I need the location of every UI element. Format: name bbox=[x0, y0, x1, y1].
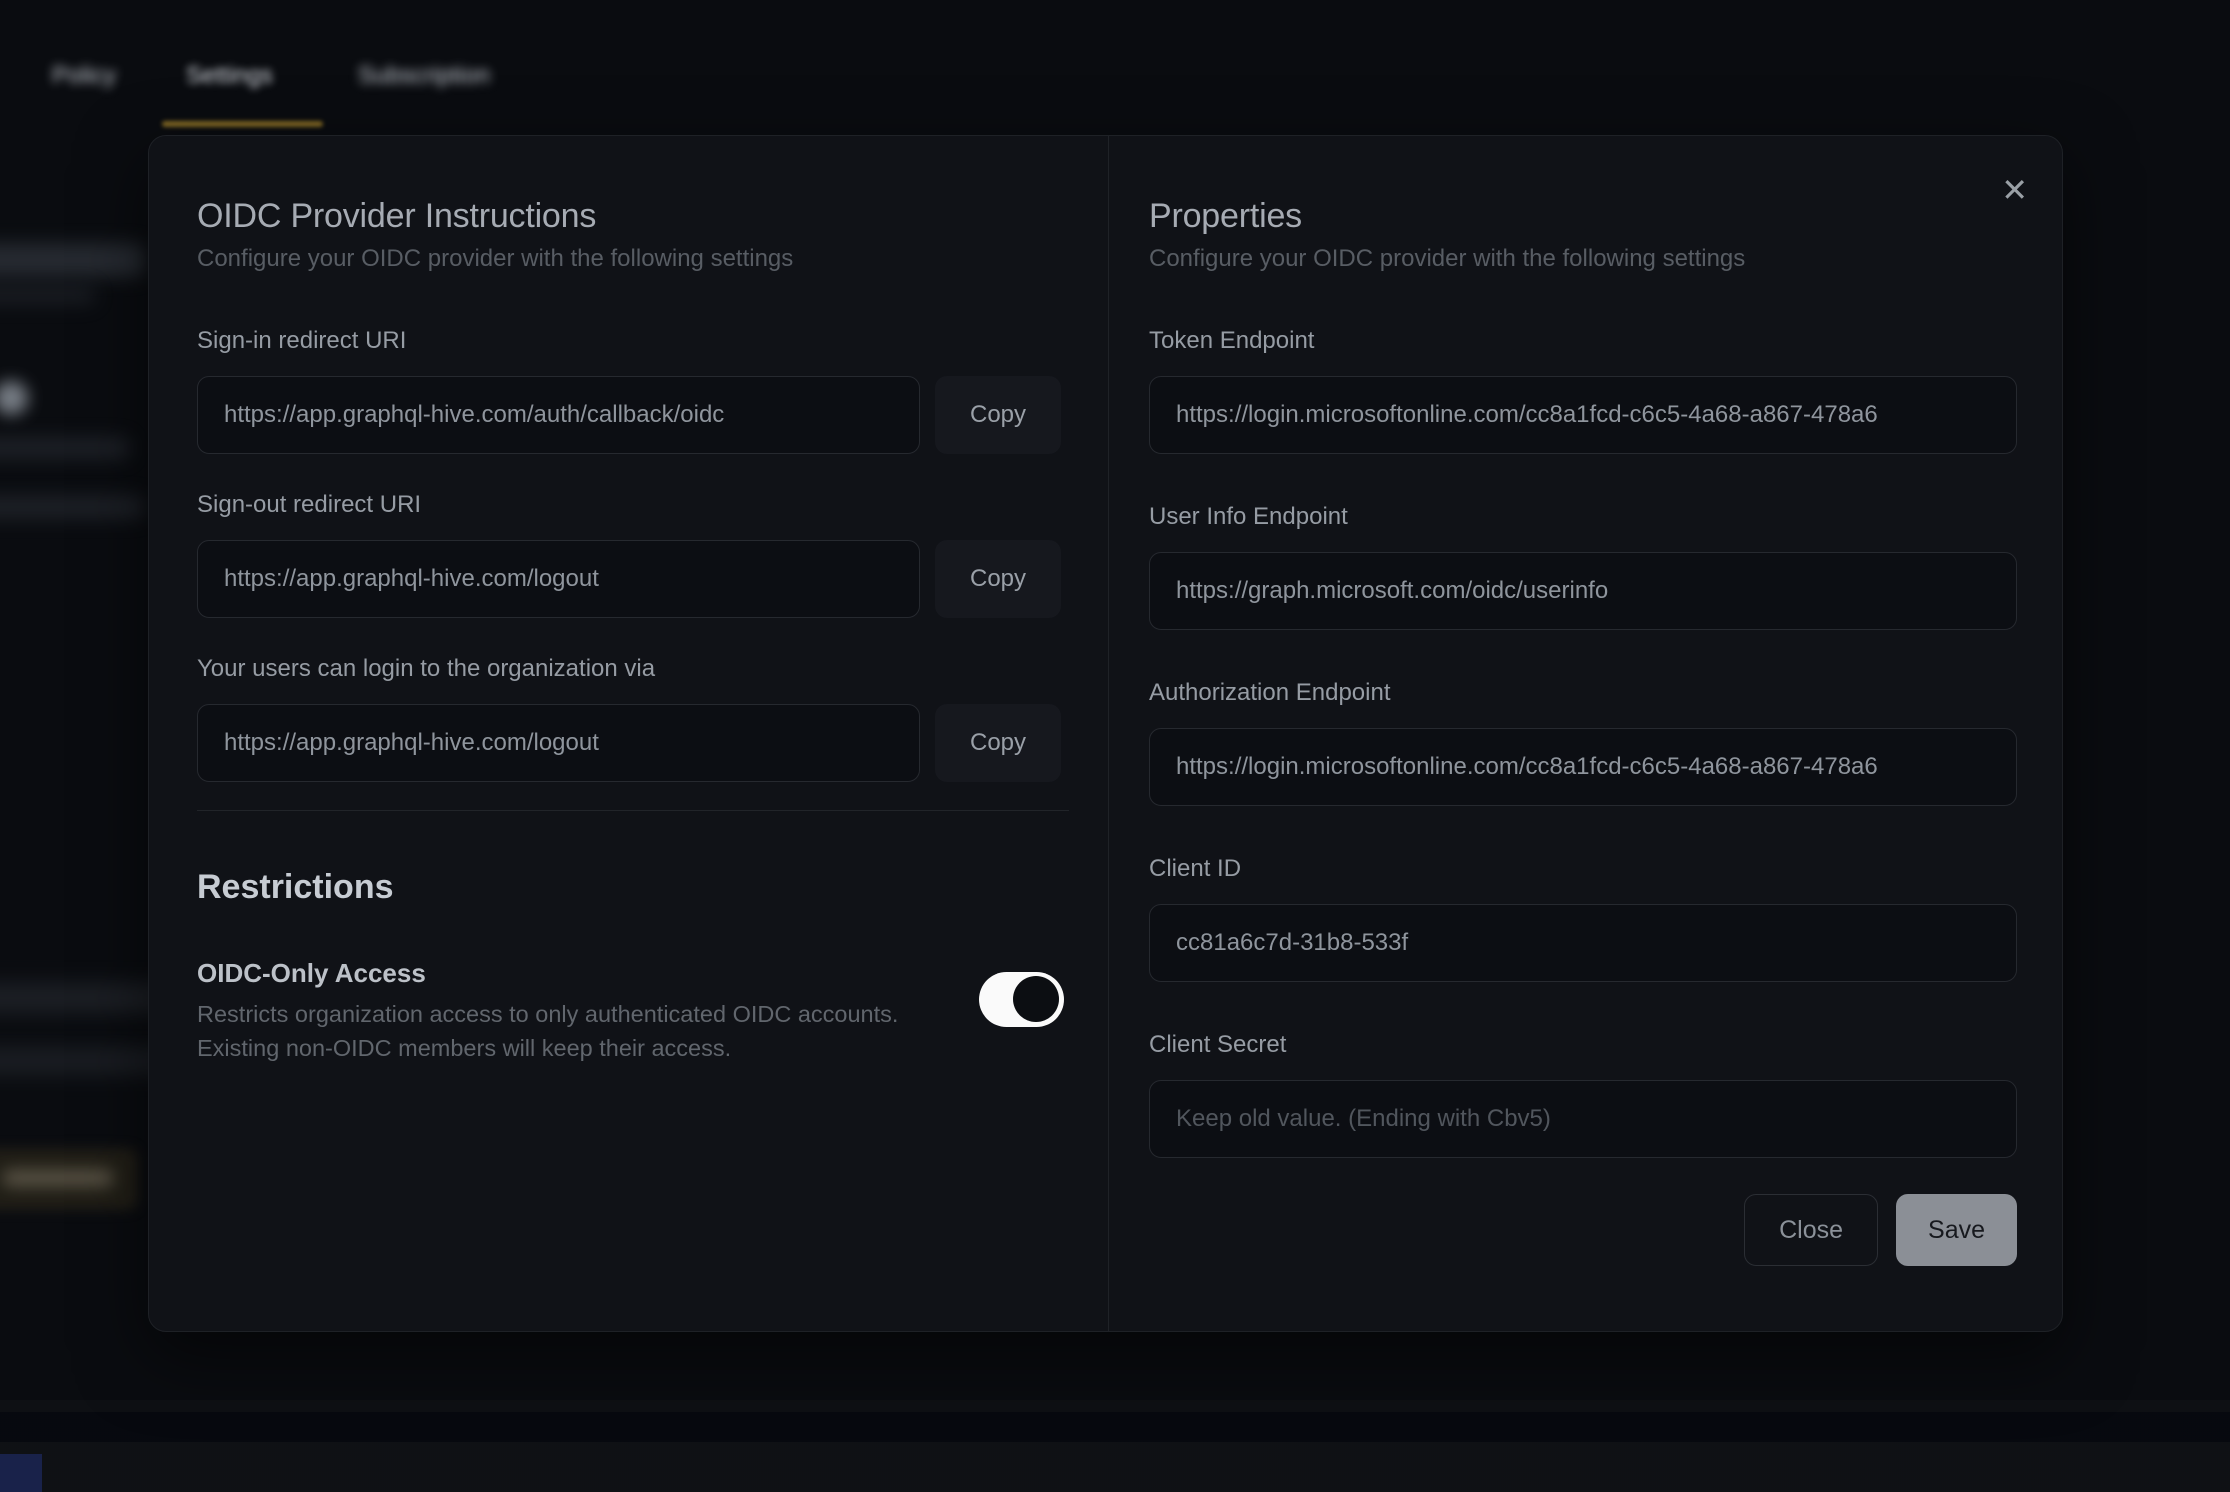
copy-button[interactable]: Copy bbox=[935, 540, 1061, 618]
blurred-background-bullet bbox=[0, 381, 28, 415]
description-line: Existing non-OIDC members will keep thei… bbox=[197, 1031, 1069, 1065]
token-endpoint-label: Token Endpoint bbox=[1149, 326, 2017, 356]
blurred-background-text bbox=[0, 243, 145, 277]
properties-title: Properties bbox=[1149, 196, 2017, 236]
authorization-endpoint-label: Authorization Endpoint bbox=[1149, 678, 2017, 708]
login-via-row: Copy bbox=[197, 704, 1069, 782]
sign-in-redirect-uri-row: Copy bbox=[197, 376, 1069, 454]
copy-button[interactable]: Copy bbox=[935, 704, 1061, 782]
user-info-endpoint-label: User Info Endpoint bbox=[1149, 502, 2017, 532]
sign-in-redirect-uri-label: Sign-in redirect URI bbox=[197, 326, 1069, 356]
client-secret-label: Client Secret bbox=[1149, 1030, 2017, 1060]
section-divider bbox=[197, 810, 1069, 811]
token-endpoint-input[interactable] bbox=[1149, 376, 2017, 454]
sign-out-redirect-uri-row: Copy bbox=[197, 540, 1069, 618]
restrictions-title: Restrictions bbox=[197, 865, 1069, 909]
toggle-thumb bbox=[1013, 976, 1059, 1022]
tab-settings[interactable]: Settings bbox=[186, 62, 273, 90]
instructions-title: OIDC Provider Instructions bbox=[197, 196, 1069, 236]
oidc-only-access-description: Restricts organization access to only au… bbox=[197, 997, 1069, 1065]
close-button[interactable]: Close bbox=[1744, 1194, 1878, 1266]
properties-section: Properties Configure your OIDC provider … bbox=[1149, 136, 2017, 1331]
client-secret-input[interactable] bbox=[1149, 1080, 2017, 1158]
sign-out-redirect-uri-input[interactable] bbox=[197, 540, 920, 618]
sign-out-redirect-uri-label: Sign-out redirect URI bbox=[197, 490, 1069, 520]
save-button[interactable]: Save bbox=[1896, 1194, 2017, 1266]
oidc-instructions-section: OIDC Provider Instructions Configure you… bbox=[197, 136, 1069, 1331]
authorization-endpoint-input[interactable] bbox=[1149, 728, 2017, 806]
column-divider bbox=[1108, 136, 1109, 1331]
tab-subscription[interactable]: Subscription bbox=[358, 62, 490, 90]
user-info-endpoint-input[interactable] bbox=[1149, 552, 2017, 630]
oidc-settings-modal: ✕ OIDC Provider Instructions Configure y… bbox=[148, 135, 2063, 1332]
blurred-background-text bbox=[0, 286, 95, 304]
blurred-background-button bbox=[0, 1148, 138, 1210]
oidc-only-access-toggle[interactable] bbox=[979, 972, 1064, 1027]
copy-button[interactable]: Copy bbox=[935, 376, 1061, 454]
active-tab-indicator bbox=[162, 121, 323, 127]
properties-subtitle: Configure your OIDC provider with the fo… bbox=[1149, 244, 2017, 274]
blurred-background-button-label bbox=[2, 1170, 114, 1186]
tab-policy[interactable]: Policy bbox=[52, 62, 116, 90]
sign-in-redirect-uri-input[interactable] bbox=[197, 376, 920, 454]
oidc-only-access-label: OIDC-Only Access bbox=[197, 957, 1069, 989]
client-id-label: Client ID bbox=[1149, 854, 2017, 884]
corner-badge bbox=[0, 1454, 42, 1492]
instructions-subtitle: Configure your OIDC provider with the fo… bbox=[197, 244, 1069, 274]
blurred-background-text bbox=[0, 495, 145, 519]
modal-actions: Close Save bbox=[1149, 1194, 2017, 1266]
blurred-background-text bbox=[0, 437, 130, 459]
login-via-label: Your users can login to the organization… bbox=[197, 654, 1069, 684]
description-line: Restricts organization access to only au… bbox=[197, 997, 1069, 1031]
login-via-input[interactable] bbox=[197, 704, 920, 782]
client-id-input[interactable] bbox=[1149, 904, 2017, 982]
